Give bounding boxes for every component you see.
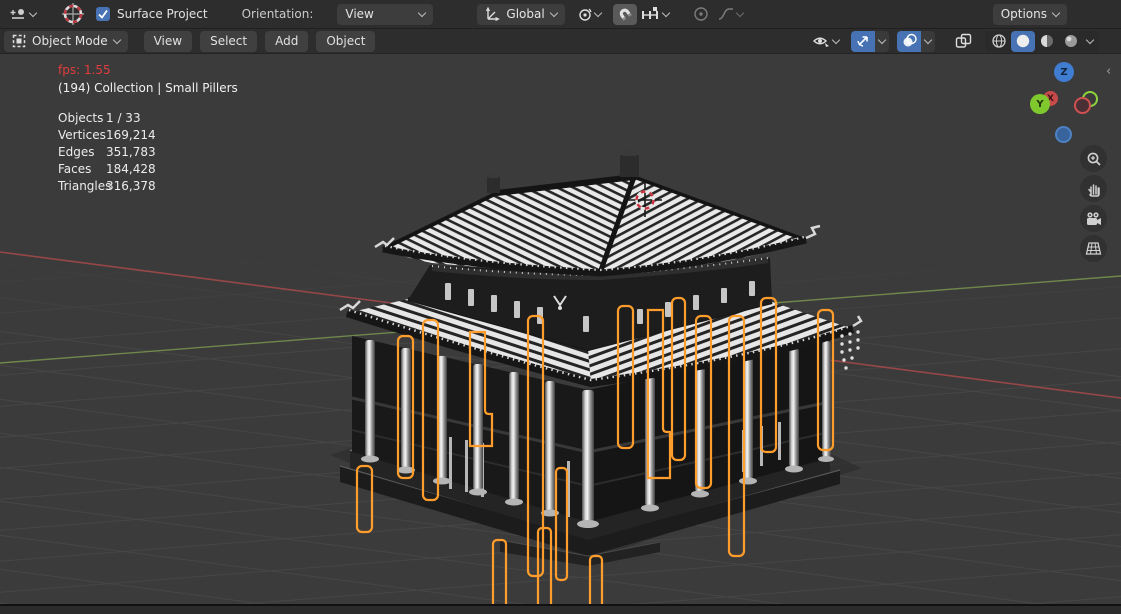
tool-settings-header: Surface Project Orientation: View Global (0, 0, 1121, 29)
proportional-editing-icon (693, 7, 708, 21)
viewport-stats-overlay: fps: 1.55 (194) Collection | Small Pille… (58, 62, 238, 195)
sidebar-collapse-chevron[interactable]: ‹ (1106, 64, 1111, 79)
menu-select[interactable]: Select (200, 30, 258, 52)
orientation-label: Orientation: (241, 7, 314, 21)
active-collection-label: (194) Collection | Small Pillers (58, 81, 238, 95)
transform-orientation-dropdown[interactable]: Global (477, 3, 565, 25)
chevron-down-icon (661, 8, 670, 17)
pan-control[interactable] (1080, 175, 1107, 202)
camera-view-control[interactable] (1080, 205, 1107, 232)
active-tool-icon (10, 9, 24, 19)
overlays-toggle[interactable] (897, 30, 921, 52)
proportional-falloff-dropdown[interactable] (713, 4, 747, 25)
menu-object[interactable]: Object (316, 30, 376, 52)
visibility-dropdown[interactable] (808, 31, 843, 52)
eye-icon (812, 37, 829, 47)
axis-z-ball[interactable]: Z (1054, 62, 1074, 82)
options-dropdown[interactable]: Options (992, 3, 1067, 25)
fps-readout: fps: 1.55 (58, 63, 111, 77)
material-sphere-icon (1041, 35, 1053, 47)
axes-icon (486, 7, 501, 21)
status-bar (0, 604, 1121, 614)
chevron-down-icon (112, 35, 121, 44)
chevron-down-icon (1085, 35, 1095, 44)
shading-wireframe-button[interactable] (987, 31, 1011, 52)
proportional-editing-toggle[interactable] (689, 4, 713, 25)
surface-project-label: Surface Project (117, 7, 208, 21)
stat-row: Vertices 169,214 (58, 128, 156, 142)
axis-z-neg-ball[interactable] (1055, 126, 1072, 143)
hand-icon (1087, 183, 1100, 197)
chevron-down-icon (1051, 8, 1061, 17)
gizmos-toggle[interactable] (851, 30, 875, 52)
chevron-down-icon (735, 8, 744, 17)
checkbox-checked-icon (96, 7, 110, 21)
rendered-sphere-icon (1065, 35, 1077, 47)
solid-sphere-icon (1016, 34, 1030, 48)
magnifier-plus-icon (1087, 152, 1101, 166)
menu-view[interactable]: View (143, 30, 193, 52)
mode-selector[interactable]: Object Mode (4, 30, 128, 52)
stat-row: Faces 184,428 (58, 162, 156, 176)
snap-toggle[interactable] (612, 3, 637, 25)
viewport-header: Object Mode View Select Add Object (0, 29, 1121, 54)
axis-x-neg-ball[interactable] (1074, 97, 1091, 114)
shading-dropdown[interactable] (1083, 31, 1097, 52)
overlays-icon (903, 33, 917, 47)
surface-project-toggle[interactable]: Surface Project (96, 7, 208, 21)
object-mode-icon (12, 34, 26, 48)
shading-solid-button[interactable] (1011, 30, 1035, 52)
gizmo-arrow-icon (857, 36, 868, 47)
wireframe-sphere-icon (992, 34, 1006, 48)
chevron-down-icon (418, 8, 427, 17)
active-tool-selector[interactable] (6, 4, 40, 25)
shading-material-button[interactable] (1035, 31, 1059, 52)
perspective-toggle-control[interactable] (1080, 235, 1107, 262)
shading-rendered-button[interactable] (1059, 31, 1083, 52)
snap-increment-icon (641, 7, 658, 19)
chevron-down-icon (831, 35, 841, 44)
axis-y-ball[interactable]: Y (1030, 94, 1050, 114)
chevron-down-icon (593, 8, 602, 17)
camera-icon (1087, 212, 1101, 225)
stat-row: Triangles 316,378 (58, 179, 156, 193)
chevron-down-icon (28, 8, 38, 17)
menu-add[interactable]: Add (265, 30, 309, 52)
gizmos-dropdown[interactable] (875, 30, 889, 52)
zoom-control[interactable] (1080, 145, 1107, 172)
orientation-view-dropdown[interactable]: View (337, 3, 434, 25)
overlays-dropdown[interactable] (921, 30, 935, 52)
ortho-grid-icon (1085, 242, 1102, 255)
falloff-curve-icon (718, 8, 733, 20)
pivot-icon (578, 8, 592, 21)
magnet-icon (619, 8, 632, 21)
stat-row: Objects 1 / 33 (58, 111, 141, 125)
xray-icon (955, 33, 972, 48)
pivot-point-dropdown[interactable] (573, 4, 605, 25)
chevron-down-icon (877, 35, 887, 44)
cursor-tool-icon (62, 3, 84, 25)
xray-toggle[interactable] (951, 31, 977, 52)
stat-row: Edges 351,783 (58, 145, 156, 159)
snap-target-dropdown[interactable] (637, 4, 673, 25)
chevron-down-icon (549, 8, 558, 17)
chevron-down-icon (923, 35, 933, 44)
